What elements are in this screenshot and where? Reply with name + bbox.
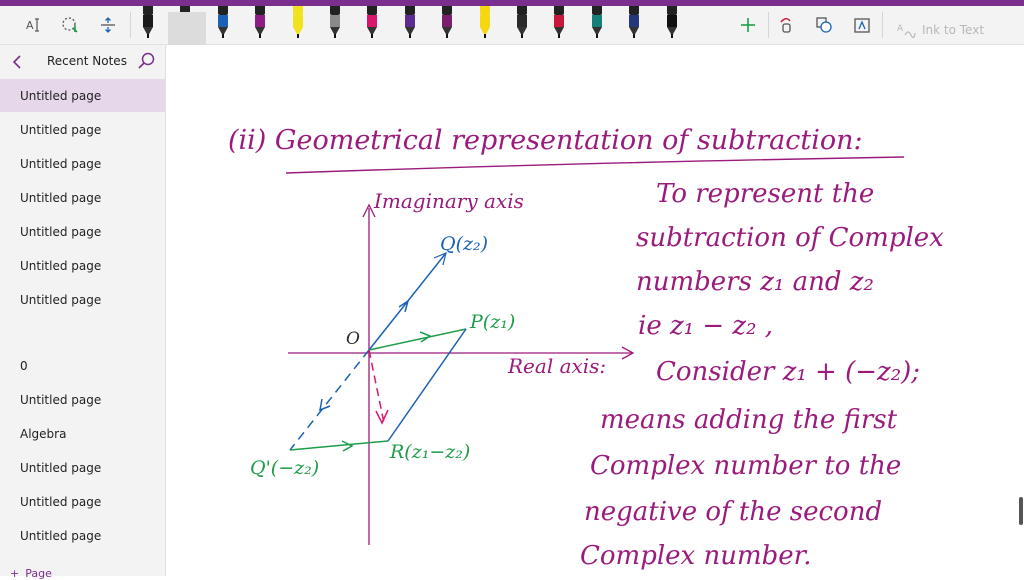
red-pen-icon[interactable]: [551, 6, 567, 40]
recent-note-label: Untitled page: [20, 494, 102, 509]
black-pen-2-icon[interactable]: [664, 6, 680, 40]
recent-note-label: Untitled page: [20, 88, 102, 103]
svg-text:A: A: [897, 24, 904, 34]
recent-note-label: Algebra: [20, 426, 67, 441]
magenta-pen-icon[interactable]: [364, 6, 380, 40]
recent-note-label: Untitled page: [20, 190, 102, 205]
dark-pen-icon[interactable]: [514, 6, 530, 40]
recent-note-label: Untitled page: [20, 258, 102, 273]
navy-pen-icon[interactable]: [626, 6, 642, 40]
black-pen-icon[interactable]: [140, 6, 156, 40]
recent-note-item[interactable]: Untitled page: [0, 147, 165, 180]
segment-q-prime-r-arrow: [341, 440, 354, 452]
recent-note-label: Untitled page: [20, 122, 102, 137]
heading-underline: [285, 156, 905, 174]
recent-note-label: Untitled page: [20, 292, 102, 307]
blue-pen-icon[interactable]: [215, 6, 231, 40]
plum-pen-icon[interactable]: [439, 6, 455, 40]
toolbar-separator: [130, 12, 131, 38]
vertical-scrollbar[interactable]: [1019, 497, 1023, 525]
point-q-label: Q(z₂): [440, 233, 489, 255]
add-page-label: Page: [25, 567, 52, 580]
lasso-select-icon[interactable]: [56, 9, 84, 41]
search-button[interactable]: [137, 51, 157, 71]
note-canvas[interactable]: (ii) Geometrical representation of subtr…: [166, 45, 1024, 576]
real-axis-label: Real axis:: [508, 354, 607, 378]
note-body-line: negative of the second: [584, 497, 883, 527]
note-body-line: subtraction of Complex: [636, 223, 944, 253]
sidebar-title: Recent Notes: [47, 54, 127, 68]
type-icon[interactable]: A: [20, 9, 48, 41]
add-space-icon[interactable]: [94, 9, 122, 41]
recent-note-item[interactable]: Untitled page: [0, 383, 165, 416]
yellow-highlighter-icon[interactable]: [290, 6, 306, 40]
recent-note-item[interactable]: 0: [0, 349, 165, 382]
recent-note-item[interactable]: Untitled page: [0, 519, 165, 552]
segment-pr: [387, 328, 467, 442]
note-body-line: Consider z₁ + (−z₂);: [656, 357, 921, 387]
violet-pen-icon[interactable]: [402, 6, 418, 40]
toolbar-separator: [768, 12, 769, 38]
recent-note-label: Untitled page: [20, 392, 102, 407]
recent-note-label: Untitled page: [20, 460, 102, 475]
recent-note-item[interactable]: Untitled page: [0, 215, 165, 248]
note-body-line: numbers z₁ and z₂: [636, 267, 874, 297]
add-page-button[interactable]: + Page: [10, 567, 52, 580]
recent-note-item[interactable]: Untitled page: [0, 451, 165, 484]
point-r-label: R(z₁−z₂): [390, 441, 471, 463]
origin-label: O: [346, 329, 360, 349]
vector-oq-prime: [289, 349, 370, 451]
recent-note-item[interactable]: Untitled page: [0, 181, 165, 214]
recent-note-item[interactable]: Untitled page: [0, 485, 165, 518]
chevron-left-icon: [12, 55, 21, 69]
recent-note-label: Untitled page: [20, 528, 102, 543]
plus-icon: +: [10, 567, 20, 580]
ink-to-text-label: Ink to Text: [922, 23, 985, 37]
teal-pen-icon[interactable]: [589, 6, 605, 40]
ink-to-text-icon: A: [897, 24, 916, 39]
point-p-label: P(z₁): [470, 311, 516, 333]
svg-text:A: A: [26, 19, 34, 32]
ink-toolbar: A A Ink to Text: [0, 6, 1024, 50]
recent-note-item[interactable]: Untitled page: [0, 113, 165, 146]
sidebar-header: Recent Notes: [0, 45, 165, 79]
ink-to-text-button[interactable]: A Ink to Text: [896, 19, 984, 41]
gray-pen-icon[interactable]: [327, 6, 343, 40]
imaginary-axis-label: Imaginary axis: [374, 189, 524, 213]
recent-note-label: Untitled page: [20, 156, 102, 171]
recent-note-label: Untitled page: [20, 224, 102, 239]
yellow-highlighter-2-icon[interactable]: [477, 6, 493, 40]
recent-note-item[interactable]: Algebra: [0, 417, 165, 450]
recent-note-item[interactable]: Untitled page: [0, 79, 165, 112]
search-icon: [138, 52, 155, 69]
note-body-line: means adding the first: [600, 405, 898, 435]
math-icon[interactable]: [848, 9, 876, 41]
ink-to-shape-icon[interactable]: [810, 9, 838, 41]
vector-op-arrow: [419, 331, 432, 343]
point-q-prime-label: Q'(−z₂): [250, 457, 320, 479]
recent-note-item[interactable]: Untitled page: [0, 283, 165, 316]
recent-notes-panel: Recent Notes Untitled page Untitled page U…: [0, 45, 166, 580]
toolbar-separator: [882, 12, 883, 38]
purple-pen-icon[interactable]: [252, 6, 268, 40]
recent-note-label: 0: [20, 358, 28, 373]
note-body-line: Complex number.: [580, 541, 812, 571]
add-pen-icon[interactable]: [734, 9, 762, 41]
note-body-line: Complex number to the: [590, 451, 902, 481]
segment-q-prime-r: [289, 440, 389, 451]
ink-replay-icon[interactable]: [772, 9, 800, 41]
back-button[interactable]: [8, 52, 26, 72]
note-body-line: ie z₁ − z₂ ,: [638, 311, 774, 341]
recent-note-item[interactable]: Untitled page: [0, 249, 165, 282]
note-body-line: To represent the: [656, 179, 875, 209]
